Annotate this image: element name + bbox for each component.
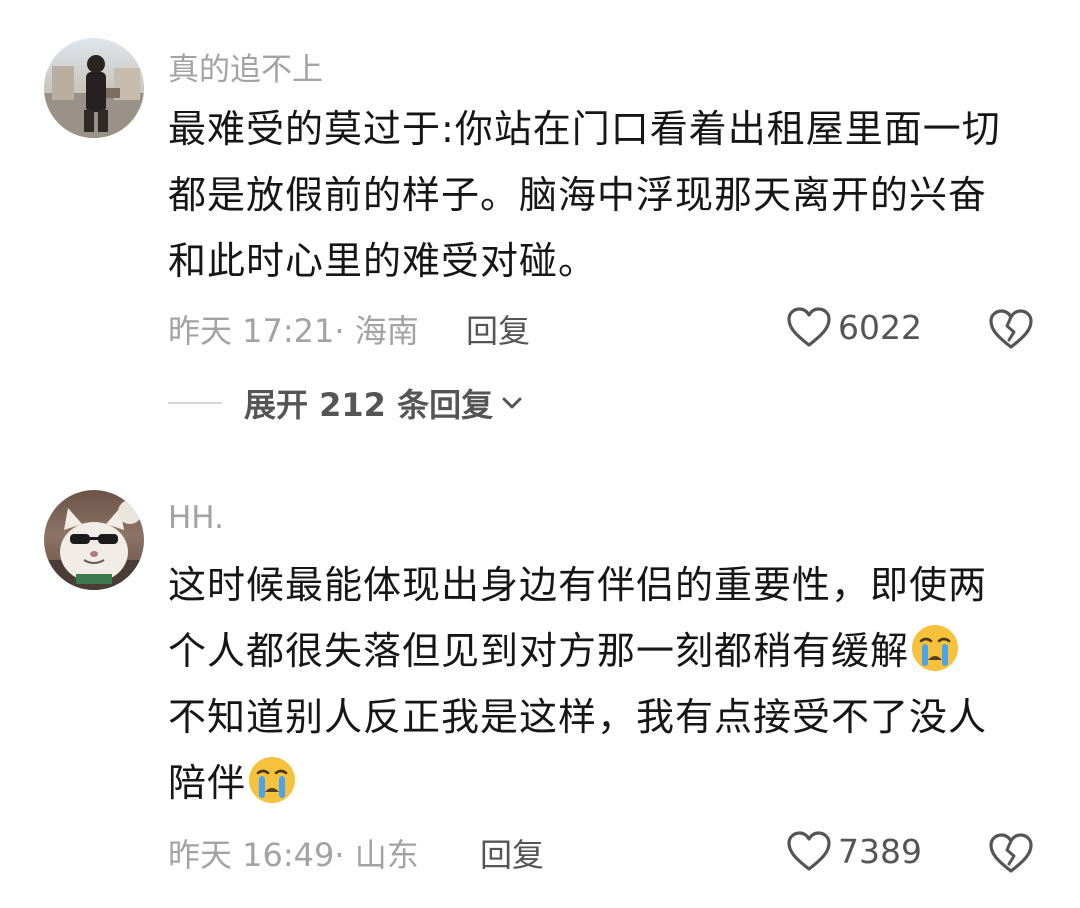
broken-heart-icon[interactable] bbox=[988, 832, 1034, 874]
comment-line-text: 陪伴 bbox=[168, 761, 247, 805]
comment-line: 最难受的莫过于:你站在门口看着出租屋里面一切 bbox=[168, 107, 1001, 151]
expand-replies[interactable]: 展开 212 条回复 bbox=[168, 380, 525, 426]
comment-line: 不知道别人反正我是这样，我有点接受不了没人 bbox=[168, 695, 988, 739]
comment-line-text: 个人都很失落但见到对方那一刻都稍有缓解 bbox=[168, 629, 910, 673]
broken-heart-icon[interactable] bbox=[988, 308, 1034, 350]
comment-text: 最难受的莫过于:你站在门口看着出租屋里面一切 都是放假前的样子。脑海中浮现那天离… bbox=[168, 96, 1048, 294]
time-location: 昨天 16:49· 山东 bbox=[168, 836, 419, 874]
heart-outline-icon bbox=[787, 831, 831, 871]
username[interactable]: 真的追不上 bbox=[168, 44, 323, 89]
avatar[interactable] bbox=[44, 490, 144, 590]
heart-outline-icon bbox=[787, 307, 831, 347]
comment-item: 真的追不上 最难受的莫过于:你站在门口看着出租屋里面一切 都是放假前的样子。脑海… bbox=[0, 0, 1080, 460]
avatar[interactable] bbox=[44, 38, 144, 138]
time-location: 昨天 17:21· 海南 bbox=[168, 312, 419, 350]
like-count: 7389 bbox=[838, 831, 922, 871]
comment-line: 都是放假前的样子。脑海中浮现那天离开的兴奋 bbox=[168, 173, 988, 217]
divider bbox=[168, 402, 222, 404]
comment-text: 这时候最能体现出身边有伴侣的重要性，即使两 个人都很失落但见到对方那一刻都稍有缓… bbox=[168, 552, 1048, 816]
reply-button[interactable]: 回复 bbox=[480, 830, 544, 876]
comment-item: HH. 这时候最能体现出身边有伴侣的重要性，即使两 个人都很失落但见到对方那一刻… bbox=[0, 460, 1080, 908]
like-button[interactable]: 6022 bbox=[786, 306, 922, 348]
crying-face-icon bbox=[909, 622, 961, 674]
like-button[interactable]: 7389 bbox=[786, 830, 922, 872]
comment-line-with-emoji: 陪伴 bbox=[168, 750, 1048, 816]
expand-replies-label: 展开 212 条回复 bbox=[244, 386, 494, 424]
comment-line: 和此时心里的难受对碰。 bbox=[168, 239, 598, 283]
like-count: 6022 bbox=[838, 307, 922, 347]
comment-line-with-emoji: 个人都很失落但见到对方那一刻都稍有缓解 bbox=[168, 618, 1048, 684]
comment-line: 这时候最能体现出身边有伴侣的重要性，即使两 bbox=[168, 563, 988, 607]
crying-face-icon bbox=[246, 754, 298, 806]
username[interactable]: HH. bbox=[168, 500, 224, 536]
chevron-down-icon bbox=[502, 397, 522, 409]
reply-button[interactable]: 回复 bbox=[466, 306, 530, 352]
